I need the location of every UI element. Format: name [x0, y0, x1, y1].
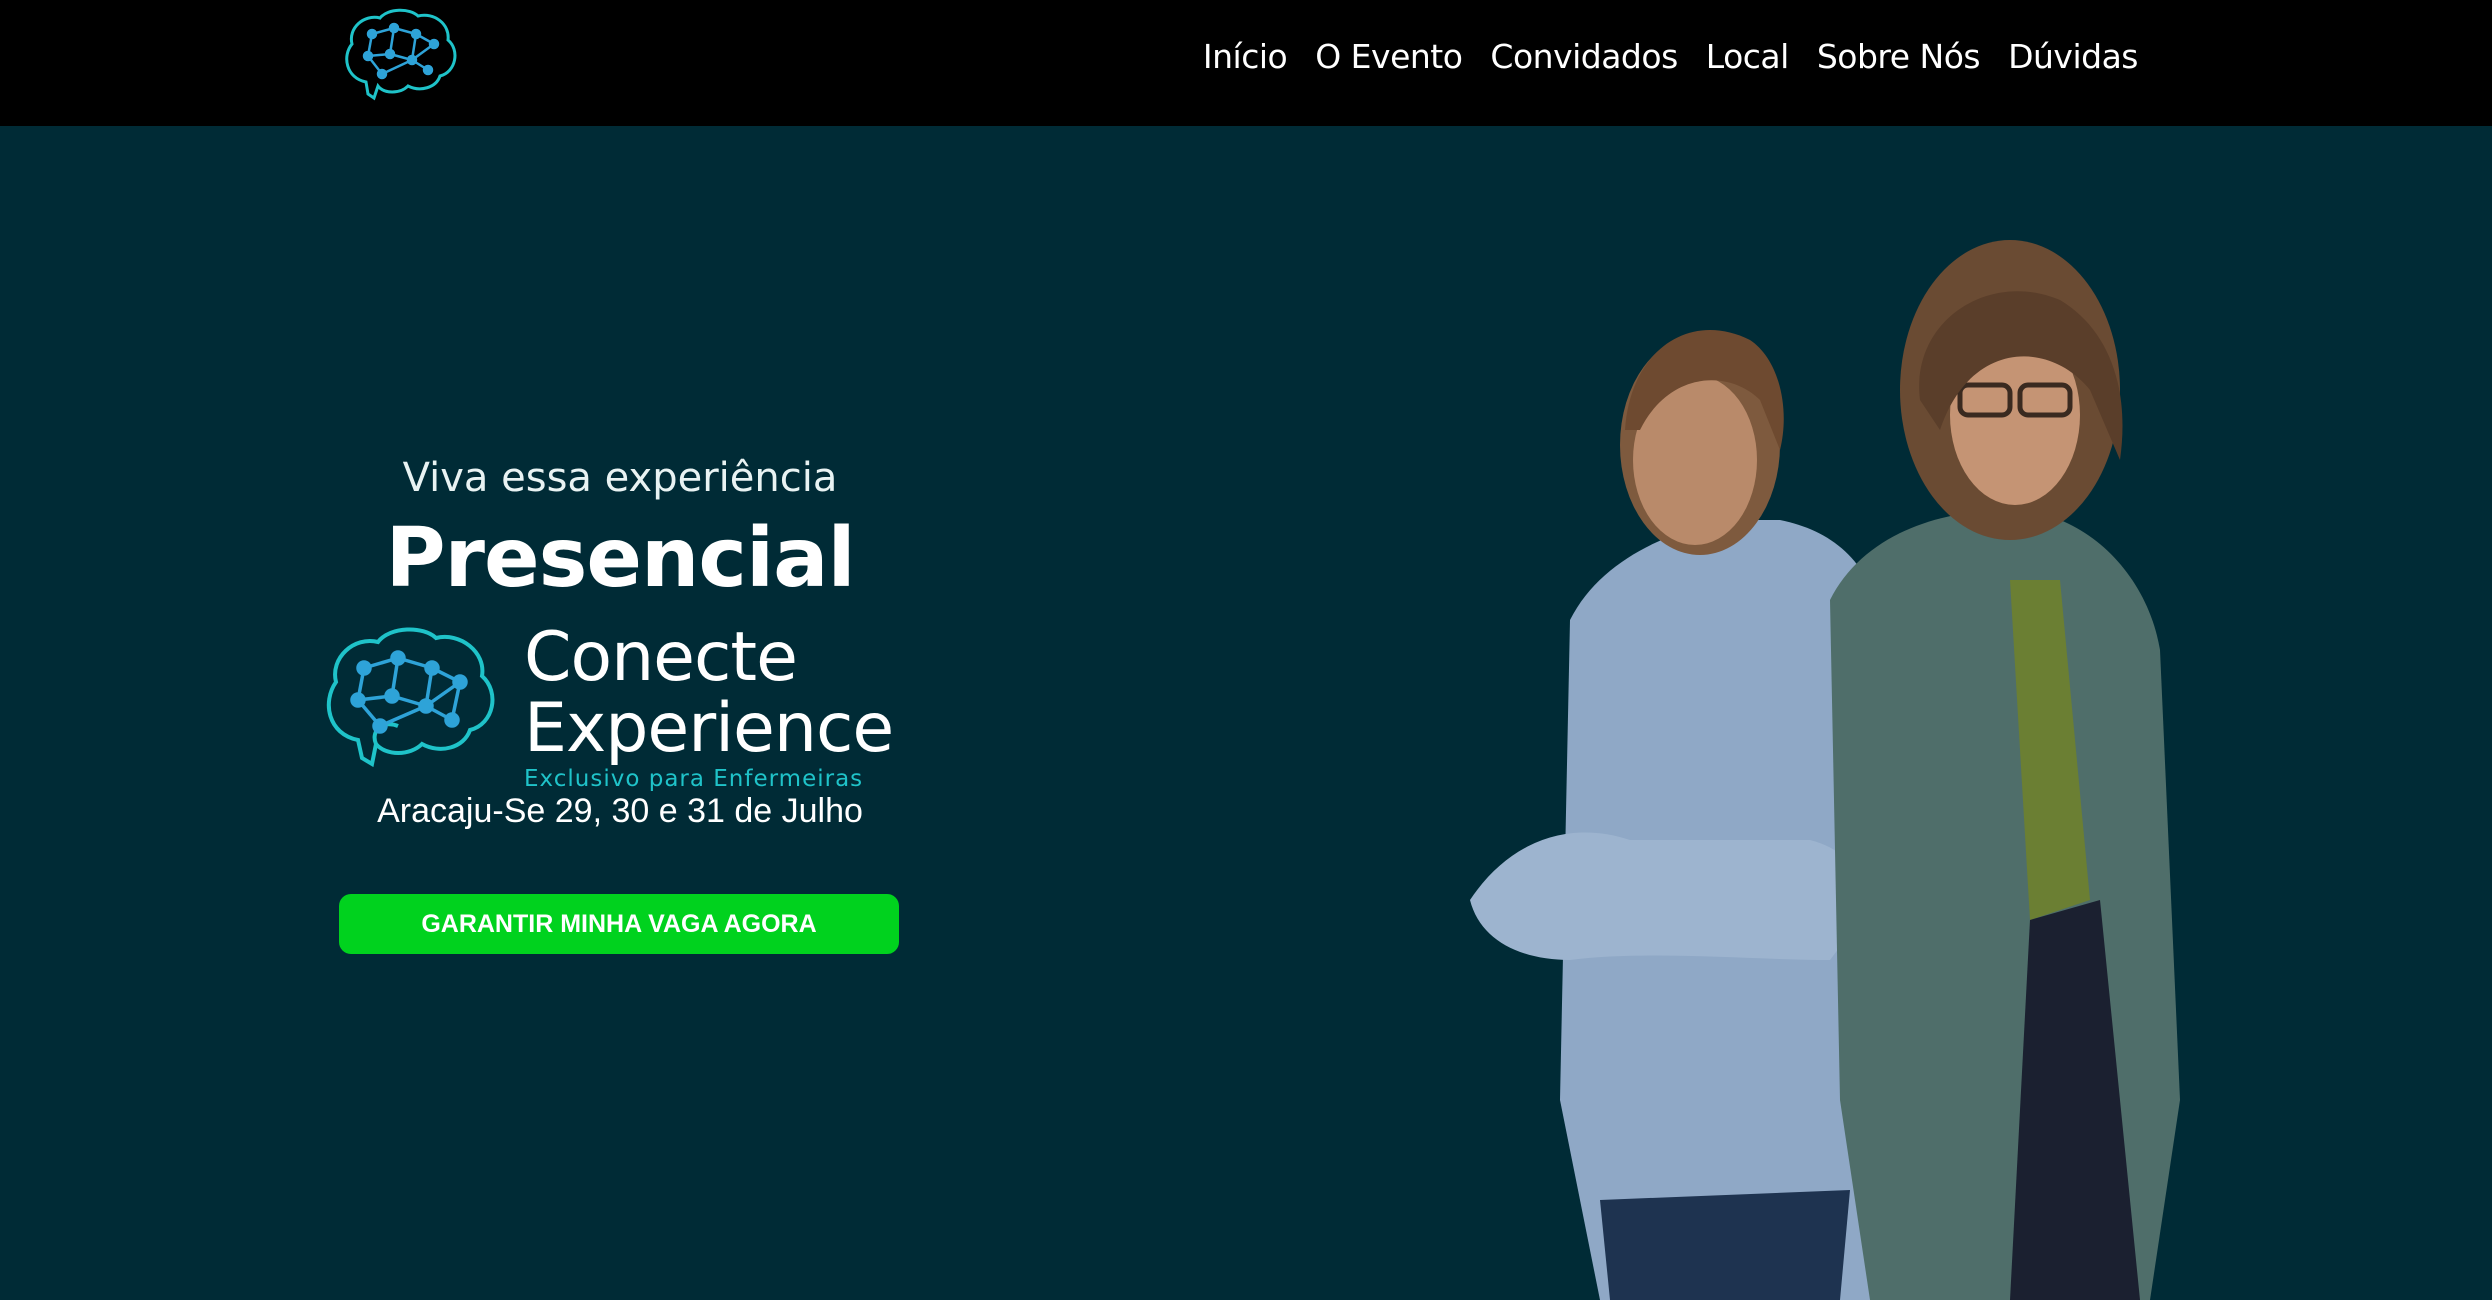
nav-o-evento[interactable]: O Evento [1315, 37, 1463, 76]
hero-tagline: Viva essa experiência [402, 455, 838, 501]
brand-tagline: Exclusivo para Enfermeiras [524, 766, 864, 792]
brand-line1: Conecte [524, 618, 798, 697]
main-nav: Início O Evento Convidados Local Sobre N… [1203, 0, 2139, 112]
nav-inicio[interactable]: Início [1203, 37, 1288, 76]
brand-wordmark: Conecte Experience Exclusivo para Enferm… [524, 618, 894, 793]
brand-line2: Experience [524, 689, 894, 768]
nav-duvidas[interactable]: Dúvidas [2008, 37, 2138, 76]
host-right-figure [1830, 240, 2180, 1300]
brain-logo-icon[interactable] [338, 4, 464, 104]
top-navbar: Início O Evento Convidados Local Sobre N… [0, 0, 2492, 126]
nav-local[interactable]: Local [1706, 37, 1790, 76]
event-date-location: Aracaju-Se 29, 30 e 31 de Julho [377, 792, 863, 830]
hero-headline: Presencial [385, 511, 855, 606]
brain-network-icon [326, 627, 495, 768]
cta-reserve-spot-button[interactable]: GARANTIR MINHA VAGA AGORA [339, 894, 899, 954]
two-women-hosts-photo [1470, 240, 2180, 1300]
nav-convidados[interactable]: Convidados [1490, 37, 1678, 76]
brand-logo: Conecte Experience Exclusivo para Enferm… [318, 618, 938, 793]
nav-sobre-nos[interactable]: Sobre Nós [1817, 37, 1981, 76]
hero-text: Viva essa experiência Presencial [310, 455, 930, 606]
